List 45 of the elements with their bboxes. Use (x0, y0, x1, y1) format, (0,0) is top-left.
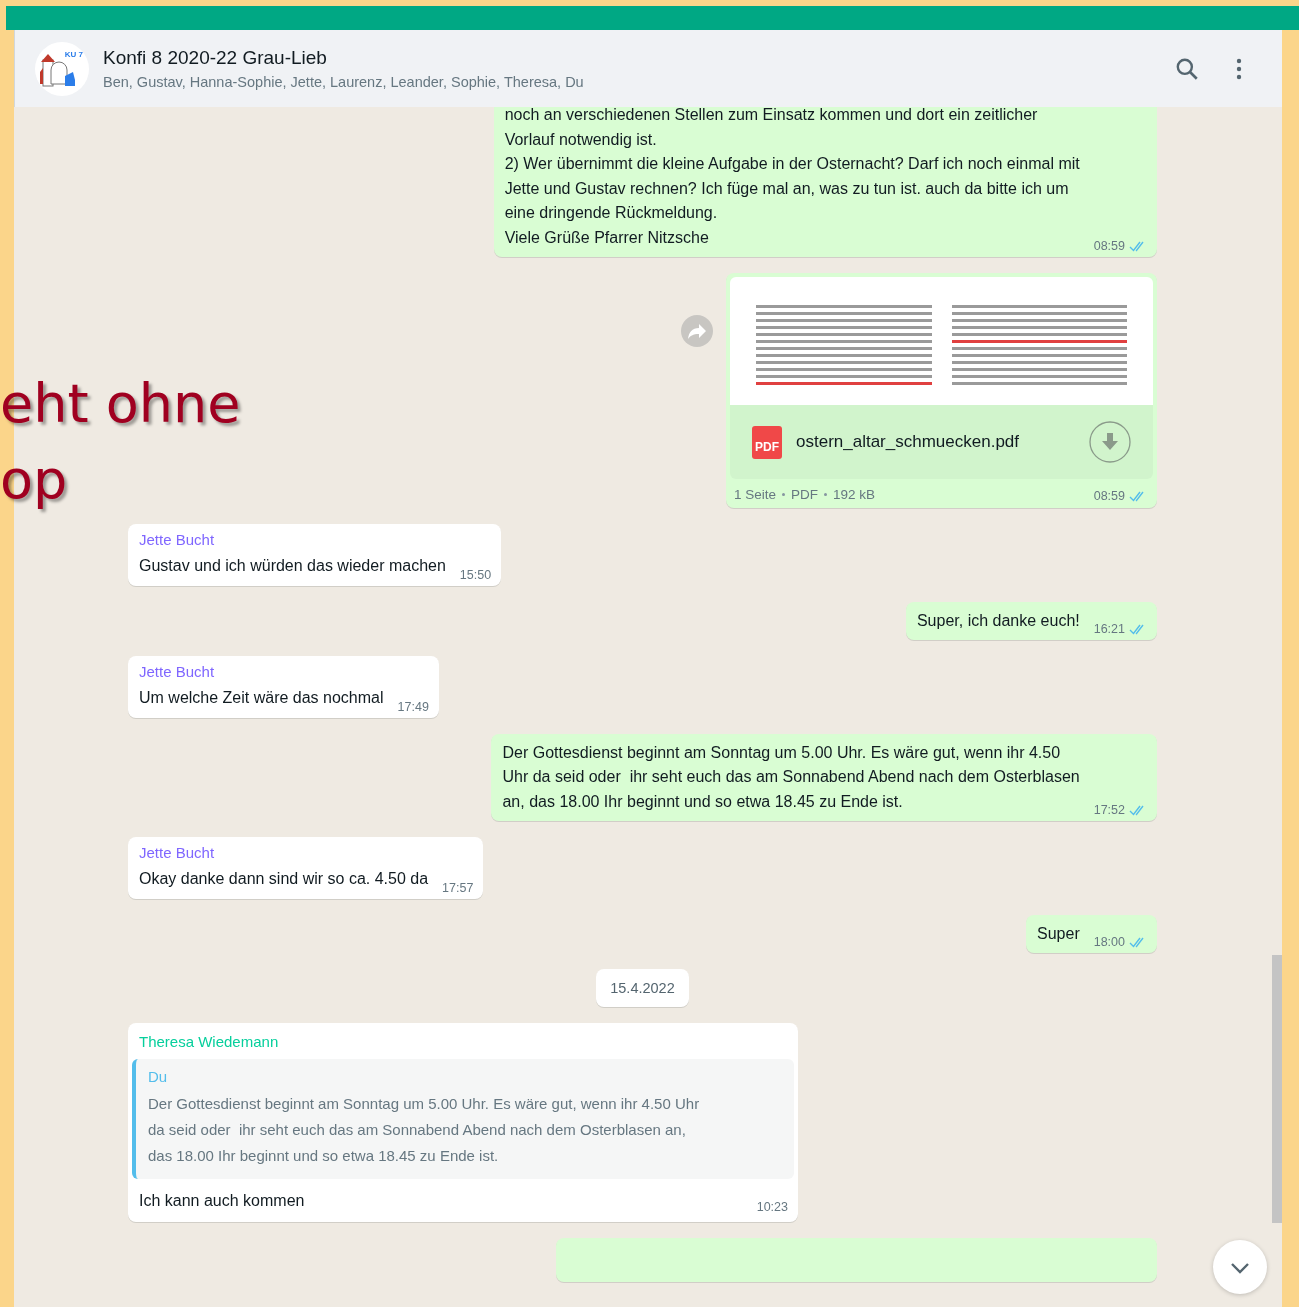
message-text: noch an verschiedenen Stellen zum Einsatz kommen und dort ein zeitlicher Vorlauf notwendig ist. 2) Wer übernimmt die kleine Aufgabe in der Osternacht? Darf ich noch einmal mit Jette und Gustav rechnen? Ich füge mal an, was zu tun ist. auch da bitte ich um eine dringende Rückmeldung. Viele Grüße Pfarrer Nitzsche (504, 107, 1080, 248)
message-time: 08:59 (1093, 239, 1125, 253)
message-time: 16:21 (1093, 622, 1125, 636)
sender-name: Jette Bucht (139, 531, 216, 548)
separator-dot-icon (824, 493, 828, 496)
sender-name: Jette Bucht (139, 844, 216, 861)
message-time: 15:50 (459, 567, 492, 582)
member-list: Ben, Gustav, Hanna-Sophie, Jette, Laurenz, Leander, Sophie, Theresa, Du (103, 74, 1138, 90)
message-time: 08:59 (1093, 489, 1125, 503)
message-text: Super, ich danke euch! (916, 610, 1080, 631)
file-info: PDF (791, 487, 819, 502)
document-preview[interactable] (730, 277, 1153, 405)
file-info: 1 Seite (734, 487, 777, 502)
group-avatar[interactable]: KU 7 (35, 41, 89, 96)
avatar-label: KU 7 (64, 49, 83, 59)
download-icon[interactable] (1089, 421, 1131, 463)
chat-title: Konfi 8 2020-22 Grau-Lieb (103, 47, 328, 69)
sender-name: Theresa Wiedemann (138, 1033, 280, 1050)
message-text: Der Gottesdienst beginnt am Sonntag um 5.00 Uhr. Es wäre gut, wenn ihr 4.50 Uhr da seid oder ihr seht euch das am Sonnabend Abend nach dem Osterblasen an, das 18.00 Ihr beginnt und so etwa 18.45 zu Ende ist. (502, 742, 1080, 812)
message-text: Super (1037, 923, 1080, 944)
quoted-text: Der Gottesdienst beginnt am Sonntag um 5.00 Uhr. Es wäre gut, wenn ihr 4.50 Uhr da seid oder ihr seht euch das am Sonnabend Abend nach dem Osterblasen an, das 18.00 Ihr beginnt und so etwa 18.45 zu Ende ist. (148, 1094, 701, 1166)
pdf-file-badge: PDF (752, 425, 782, 459)
scrollbar-thumb[interactable] (1272, 955, 1282, 1223)
slide-text: eht ohne (0, 371, 241, 437)
quoted-sender: Du (148, 1068, 169, 1085)
message-time: 10:23 (756, 1199, 788, 1214)
menu-icon[interactable] (1236, 56, 1242, 81)
message-time: 17:52 (1093, 803, 1125, 817)
sender-name: Jette Bucht (139, 663, 216, 680)
file-row[interactable]: PDF ostern_altar_schmuecken.pdf (730, 405, 1153, 479)
date-chip: 15.4.2022 (596, 969, 689, 1007)
message-text: Um welche Zeit wäre das nochmal (139, 688, 384, 708)
file-name: ostern_altar_schmuecken.pdf (796, 432, 1021, 452)
message-text: Okay danke dann sind wir so ca. 4.50 da (139, 869, 429, 889)
separator-dot-icon (782, 493, 786, 496)
chevron-down-icon[interactable] (1212, 1239, 1268, 1295)
slide-text: op (0, 447, 69, 513)
message-time: 17:49 (397, 699, 429, 714)
quoted-message[interactable] (132, 1059, 794, 1179)
message-text: Gustav und ich würden das wieder machen (139, 556, 446, 576)
message-time: 17:57 (442, 880, 474, 895)
message-text: Ich kann auch kommen (139, 1191, 305, 1211)
forward-icon[interactable] (680, 313, 714, 348)
message-time: 18:00 (1093, 935, 1125, 949)
file-info: 192 kB (833, 487, 876, 502)
